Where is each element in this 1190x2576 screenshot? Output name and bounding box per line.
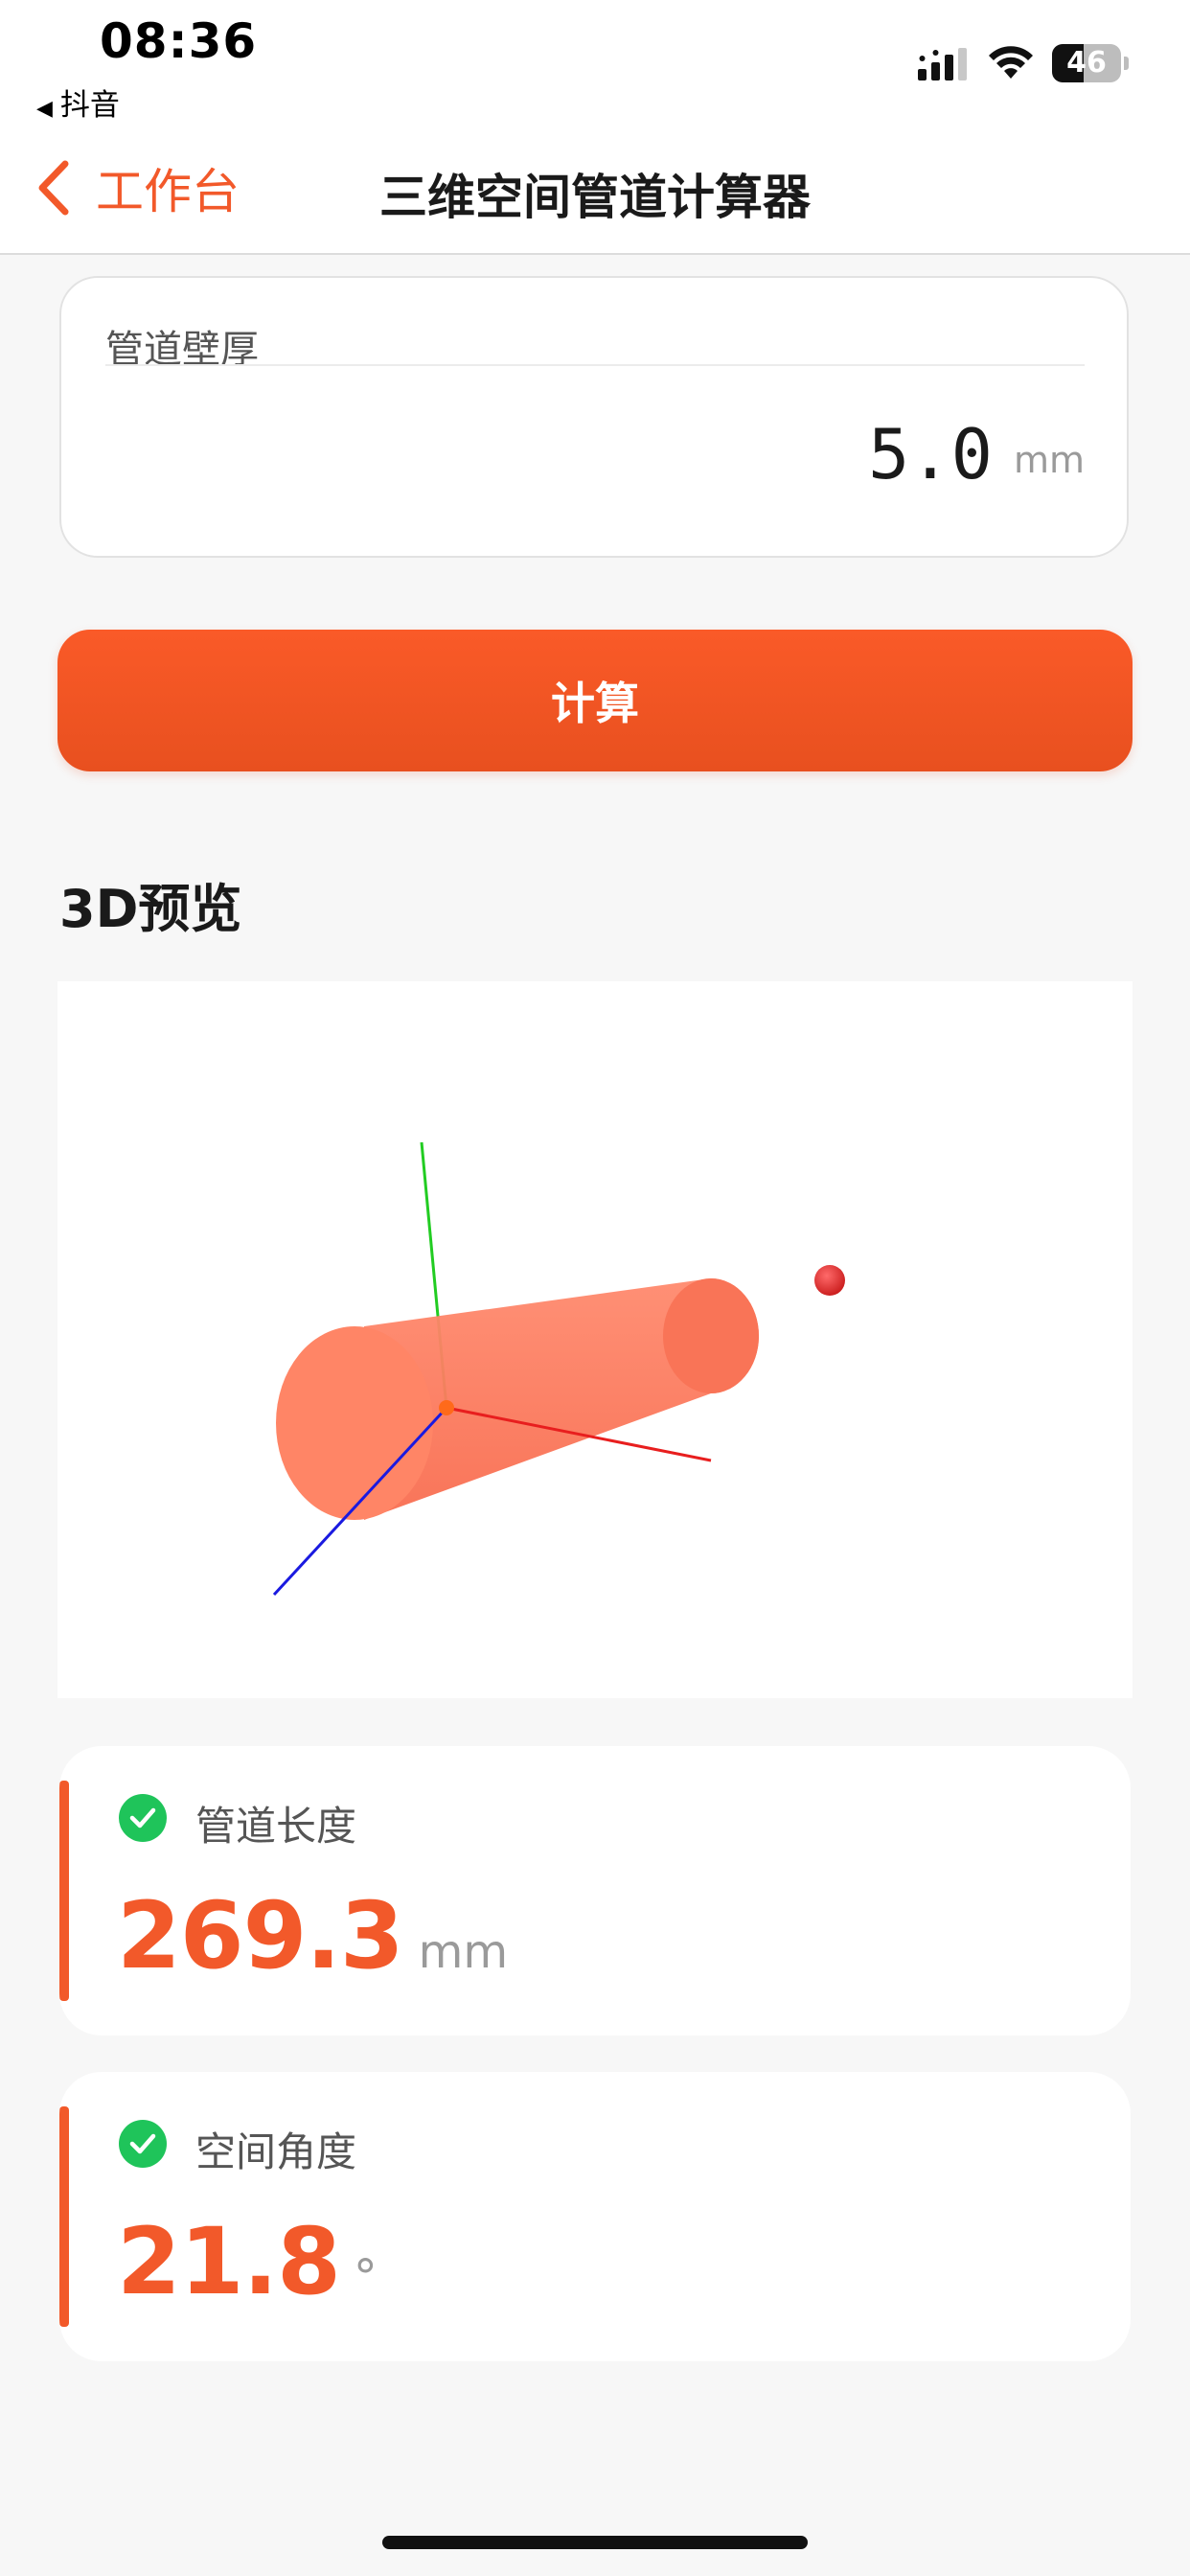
- chevron-left-icon: [38, 160, 69, 216]
- navigation-bar: 工作台 三维空间管道计算器: [0, 125, 1190, 255]
- origin-point: [439, 1400, 454, 1415]
- pipe-far-end: [663, 1278, 759, 1393]
- screen: 08:36 ◀ 抖音 46 工作台 三维空间管道计算器 管道壁厚 5.0 mm …: [0, 0, 1190, 2576]
- pipe-length-result-card: 管道长度 269.3 mm: [59, 1746, 1131, 2036]
- battery-level: 46: [1066, 46, 1107, 80]
- back-button-label: 工作台: [96, 164, 240, 219]
- preview-section-title: 3D预览: [59, 879, 242, 939]
- space-angle-unit: °: [353, 2249, 378, 2305]
- wifi-icon: [989, 46, 1033, 79]
- back-to-app-label: 抖音: [59, 88, 120, 123]
- wall-thickness-unit: mm: [1013, 439, 1085, 481]
- calculate-button[interactable]: 计算: [57, 630, 1133, 771]
- status-bar: 08:36 ◀ 抖音 46: [0, 0, 1190, 125]
- 3d-preview-canvas[interactable]: [57, 981, 1133, 1698]
- pipe-length-label: 管道长度: [195, 1803, 357, 1850]
- battery-icon: 46: [1052, 44, 1129, 82]
- wall-thickness-input[interactable]: 5.0: [868, 414, 993, 494]
- status-time: 08:36: [100, 13, 258, 69]
- check-circle-icon: [119, 2120, 167, 2168]
- back-triangle-icon: ◀: [36, 97, 53, 121]
- result-accent-bar: [59, 2106, 69, 2327]
- cellular-signal-icon: [918, 48, 967, 80]
- check-circle-icon: [119, 1794, 167, 1842]
- space-angle-value: 21.8: [117, 2208, 341, 2315]
- target-point: [814, 1265, 845, 1296]
- back-button[interactable]: 工作台: [34, 153, 240, 222]
- page-title: 三维空间管道计算器: [379, 170, 811, 225]
- home-indicator[interactable]: [382, 2536, 808, 2549]
- space-angle-label: 空间角度: [195, 2128, 357, 2175]
- wall-thickness-card: 管道壁厚 5.0 mm: [59, 276, 1129, 558]
- result-accent-bar: [59, 1781, 69, 2001]
- pipe-length-unit: mm: [418, 1925, 509, 1979]
- field-divider: [105, 364, 1085, 366]
- back-to-app-link[interactable]: ◀ 抖音: [36, 80, 120, 124]
- space-angle-result-card: 空间角度 21.8 °: [59, 2072, 1131, 2361]
- pipe-near-end: [276, 1326, 433, 1520]
- pipe-length-value: 269.3: [117, 1882, 404, 1990]
